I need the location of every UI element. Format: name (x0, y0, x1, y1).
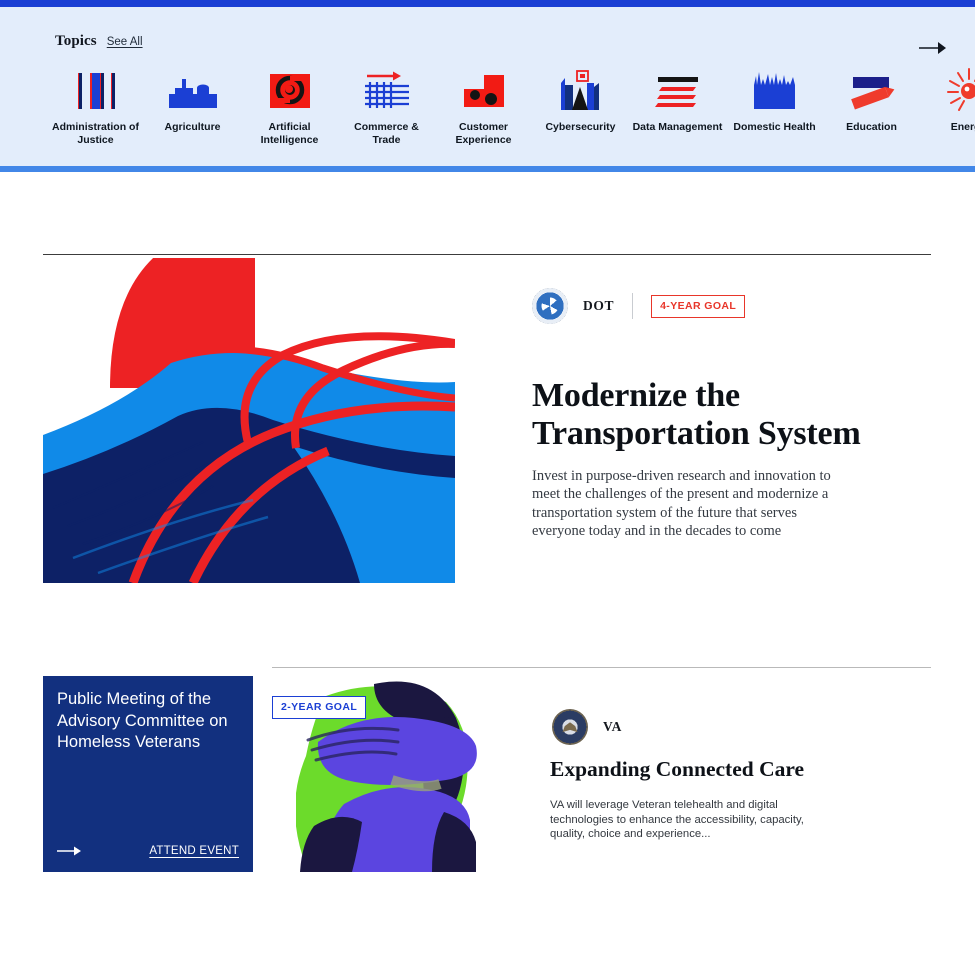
topic-label: Data Management (632, 121, 723, 133)
data-stack-icon (648, 65, 708, 111)
farm-silo-icon (163, 65, 223, 111)
event-card-title: Public Meeting of the Advisory Committee… (57, 690, 228, 751)
va-seal-icon (552, 709, 588, 745)
section-divider-top (43, 254, 931, 255)
topic-data-management[interactable]: Data Management (629, 65, 726, 147)
topic-cybersecurity[interactable]: Cybersecurity (532, 65, 629, 147)
topic-label: Administration of Justice (52, 121, 139, 146)
topic-customer-experience[interactable]: Customer Experience (435, 65, 532, 147)
event-card[interactable]: Public Meeting of the Advisory Committee… (43, 676, 253, 872)
topic-artificial-intelligence[interactable]: Artificial Intelligence (241, 65, 338, 147)
topic-administration-of-justice[interactable]: Administration of Justice (47, 65, 144, 147)
topic-label: Agriculture (164, 121, 221, 133)
dot-seal-icon (532, 288, 568, 324)
arrow-right-icon[interactable] (57, 844, 83, 858)
topic-label: Commerce & Trade (354, 121, 419, 146)
education-book-pencil-icon (842, 65, 902, 111)
topics-list: Administration of Justice Agriculture Ar… (47, 65, 975, 147)
topic-label: Domestic Health (733, 121, 816, 133)
see-all-link[interactable]: See All (107, 36, 143, 48)
va-agency-meta: VA (552, 709, 622, 745)
topics-panel: Topics See All Administration of Justice… (0, 0, 975, 172)
dot-agency-abbr: DOT (583, 298, 615, 313)
topic-label: Energy (950, 121, 975, 133)
justice-pillars-icon (66, 65, 126, 111)
va-feature-description: VA will leverage Veteran telehealth and … (550, 799, 804, 840)
health-skyline-icon (745, 65, 805, 111)
dot-artwork (43, 258, 455, 583)
topic-label: Customer Experience (455, 121, 512, 146)
dot-feature-description: Invest in purpose-driven research and in… (532, 468, 831, 539)
topic-commerce-and-trade[interactable]: Commerce & Trade (338, 65, 435, 147)
cyber-city-lock-icon (551, 65, 611, 111)
dot-feature-title[interactable]: Modernize the Transportation System (532, 377, 932, 453)
topic-label: Cybersecurity (545, 121, 616, 133)
topic-label: Artificial Intelligence (260, 121, 319, 146)
va-agency-abbr: VA (603, 719, 622, 734)
dot-agency-meta: DOT 4-YEAR GOAL (532, 288, 746, 324)
topic-domestic-health[interactable]: Domestic Health (726, 65, 823, 147)
topics-next-arrow-icon[interactable] (918, 39, 948, 57)
topics-header: Topics See All (55, 33, 143, 50)
topics-heading: Topics (55, 33, 97, 49)
event-card-footer: ATTEND EVENT (57, 844, 239, 858)
va-goal-badge-wrap: 2-YEAR GOAL (272, 696, 367, 719)
ai-node-icon (260, 65, 320, 111)
attend-event-link[interactable]: ATTEND EVENT (149, 845, 239, 857)
dot-goal-badge[interactable]: 4-YEAR GOAL (651, 294, 746, 318)
customer-face-icon (454, 65, 514, 111)
va-feature-title[interactable]: Expanding Connected Care (550, 756, 930, 782)
meta-divider (632, 293, 634, 319)
commerce-chart-icon (357, 65, 417, 111)
topic-agriculture[interactable]: Agriculture (144, 65, 241, 147)
va-goal-badge[interactable]: 2-YEAR GOAL (272, 696, 367, 719)
energy-sun-icon (939, 65, 975, 111)
topic-label: Education (846, 121, 897, 133)
section-divider-bottom (272, 667, 931, 668)
topic-energy[interactable]: Energy (920, 65, 975, 147)
topic-education[interactable]: Education (823, 65, 920, 147)
